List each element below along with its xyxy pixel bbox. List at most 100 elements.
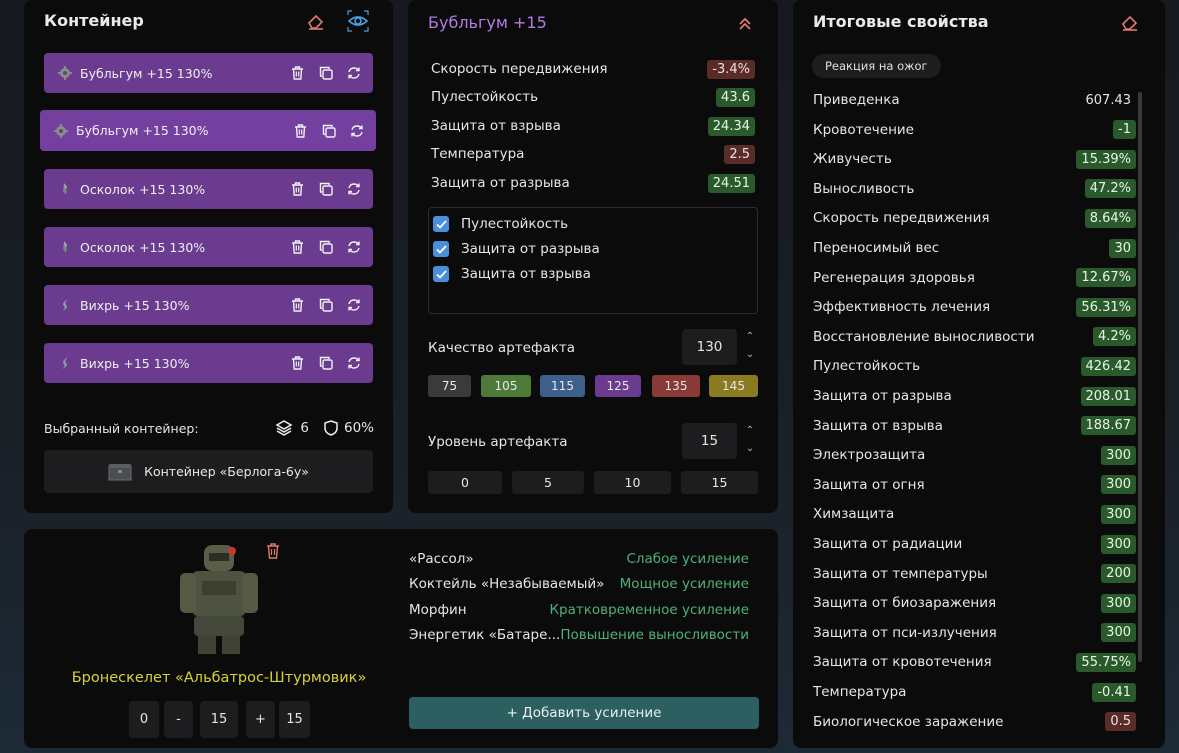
total-property-row: Приведенка 607.43 [813,89,1136,111]
quality-down-icon[interactable]: ⌄ [744,348,756,361]
total-property-value: 47.2% [1084,179,1136,199]
swap-icon[interactable] [346,240,361,255]
swap-icon[interactable] [346,356,361,371]
increment-button[interactable]: + [246,701,275,738]
trash-icon[interactable] [290,298,305,313]
container-item[interactable]: Осколок +15 130% [44,169,373,209]
property-checkbox[interactable]: Защита от взрыва [433,266,591,282]
level-preset-button[interactable]: 10 [594,471,671,494]
artifact-stat-name: Защита от разрыва [431,175,570,191]
trash-icon[interactable] [290,240,305,255]
total-property-value: 15.39% [1076,149,1136,169]
total-property-row: Кровотечение -1 [813,119,1136,141]
gear-artifact-icon [54,123,68,138]
quality-preset-button[interactable]: 135 [652,375,700,397]
property-checklist: Пулестойкость Защита от разрыва Защита от … [428,207,758,314]
trash-icon[interactable] [293,123,308,138]
level-max-field[interactable]: 15 [279,701,310,738]
item-actions [290,240,361,255]
container-item[interactable]: Бубльгум +15 130% [40,110,376,151]
swap-icon[interactable] [346,66,361,81]
copy-icon[interactable] [318,240,333,255]
total-property-name: Электрозащита [813,447,926,464]
container-item-label: Бубльгум +15 130% [76,123,209,138]
level-up-icon[interactable]: ⌃ [744,424,756,437]
collapse-chevron-icon[interactable] [734,13,756,35]
quality-preset-button[interactable]: 145 [709,375,758,397]
boost-row[interactable]: Морфин Кратковременное усиление [409,600,749,620]
quality-preset-button[interactable]: 75 [428,375,471,397]
container-item[interactable]: Осколок +15 130% [44,227,373,267]
total-property-name: Приведенка [813,92,900,108]
whirl-artifact-icon [58,356,72,370]
total-property-row: Скорость передвижения 8.64% [813,207,1136,229]
eraser-icon[interactable] [1119,11,1141,33]
copy-icon[interactable] [321,123,336,138]
checkmark-icon[interactable] [433,241,449,257]
whirl-artifact-icon [58,298,72,312]
total-property-value: 200 [1101,564,1136,584]
swap-icon[interactable] [346,298,361,313]
eraser-icon[interactable] [305,10,327,32]
property-checkbox[interactable]: Пулестойкость [433,216,568,232]
checkmark-icon[interactable] [433,216,449,232]
artifact-stat-value: 24.34 [707,116,755,136]
boost-row[interactable]: «Рассол» Слабое усиление [409,549,749,569]
level-value-field[interactable]: 15 [200,701,238,738]
artifact-stat-value: -3.4% [707,59,755,79]
quality-preset-button[interactable]: 105 [481,375,531,397]
container-item[interactable]: Бубльгум +15 130% [44,53,373,93]
totals-scrollbar[interactable] [1138,92,1142,662]
selected-container-row: Выбранный контейнер: 6 60% [44,419,374,437]
trash-icon[interactable] [290,66,305,81]
total-property-value: 607.43 [1085,92,1132,108]
quality-preset-button[interactable]: 125 [595,375,641,397]
copy-icon[interactable] [318,298,333,313]
boost-effect: Мощное усиление [619,576,749,592]
total-property-row: Температура -0.41 [813,681,1136,703]
decrement-button[interactable]: - [164,701,193,738]
total-property-value: -1 [1113,120,1136,140]
container-name: Контейнер «Берлога-6у» [144,464,309,479]
total-property-value: 56.31% [1076,297,1136,317]
total-property-row: Защита от радиации 300 [813,533,1136,555]
level-preset-button[interactable]: 5 [512,471,584,494]
total-property-name: Защита от радиации [813,536,963,552]
item-actions [290,66,361,81]
armor-panel: Бронескелет «Альбатрос-Штурмовик» 0-15 +1… [24,529,778,748]
delete-armor-icon[interactable] [262,540,284,562]
eye-icon[interactable] [347,10,369,32]
container-item[interactable]: Вихрь +15 130% [44,285,373,325]
copy-icon[interactable] [318,356,333,371]
container-item[interactable]: Вихрь +15 130% [44,343,373,383]
total-property-value: 300 [1101,504,1136,524]
swap-icon[interactable] [346,182,361,197]
quality-preset-button[interactable]: 115 [540,375,585,397]
copy-icon[interactable] [318,66,333,81]
total-property-value: 55.75% [1076,652,1136,672]
boost-row[interactable]: Энергетик «Батаре... Повышение выносливос… [409,625,749,645]
trash-icon[interactable] [290,356,305,371]
total-property-value: 208.01 [1080,386,1136,406]
level-down-icon[interactable]: ⌄ [744,442,756,455]
armor-image [174,541,264,656]
add-boost-button[interactable]: + Добавить усиление [409,697,759,729]
property-checkbox[interactable]: Защита от разрыва [433,241,600,257]
level-min-field[interactable]: 0 [129,701,159,738]
swap-icon[interactable] [349,123,364,138]
checkmark-icon[interactable] [433,266,449,282]
total-property-row: Защита от разрыва 208.01 [813,385,1136,407]
level-input[interactable]: 15 [682,423,737,459]
trash-icon[interactable] [290,182,305,197]
quality-input[interactable]: 130 [682,329,737,365]
total-property-value: 300 [1101,593,1136,613]
reaction-tag[interactable]: Реакция на ожог [812,54,941,78]
copy-icon[interactable] [318,182,333,197]
container-select-button[interactable]: Контейнер «Берлога-6у» [44,450,373,493]
container-title: Контейнер [44,11,144,30]
boost-effect: Кратковременное усиление [549,602,749,618]
boost-row[interactable]: Коктейль «Незабываемый» Мощное усиление [409,574,749,594]
level-preset-button[interactable]: 0 [428,471,502,494]
quality-up-icon[interactable]: ⌃ [744,330,756,343]
level-preset-button[interactable]: 15 [681,471,758,494]
